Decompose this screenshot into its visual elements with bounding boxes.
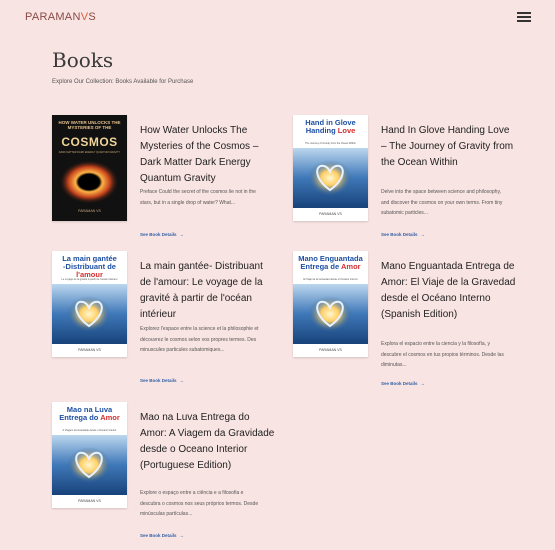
cover-title: Hand in Glove Handing Love — [305, 118, 356, 135]
book-cover[interactable]: Mao na Luva Entrega do Amor A Viagem da G… — [52, 402, 127, 508]
cover-author: PARAMAN VS — [78, 499, 101, 503]
site-header: PARAMANVS — [0, 0, 555, 36]
arrow-right-icon: → — [420, 232, 426, 237]
book-cover[interactable]: Mano Enguantada Entrega de Amor El Viaje … — [293, 251, 368, 357]
book-card: Mao na Luva Entrega do Amor A Viagem da G… — [52, 402, 282, 547]
book-title[interactable]: Hand In Glove Handing Love – The Journey… — [381, 123, 516, 171]
cover-big-title: COSMOS — [61, 135, 118, 149]
cover-author: PARAMAN VS — [319, 348, 342, 352]
book-title[interactable]: How Water Unlocks The Mysteries of the C… — [140, 123, 275, 187]
cover-subtitle: El Viaje de la Gravedad desde el Océano … — [303, 278, 358, 281]
book-description: Preface Could the secret of the cosmos l… — [140, 189, 256, 206]
arrow-right-icon: → — [179, 533, 185, 538]
book-cover[interactable]: Hand in Glove Handing Love The Journey of… — [293, 115, 368, 221]
cover-subtitle: The Journey of Gravity from the Ocean Wi… — [305, 142, 356, 145]
see-book-details-link[interactable]: See Book Details → — [140, 378, 184, 383]
page-title: Books — [52, 48, 114, 72]
arrow-right-icon: → — [179, 232, 185, 237]
see-book-details-link[interactable]: See Book Details → — [381, 381, 425, 386]
cover-subtitle: A Viagem da Gravidade desde o Oceano Int… — [62, 429, 117, 432]
cover-author: PARAMAN VS — [78, 209, 101, 213]
cover-author: PARAMAN VS — [78, 348, 101, 352]
site-logo[interactable]: PARAMANVS — [25, 11, 96, 23]
book-description: Delve into the space between science and… — [381, 189, 503, 216]
book-cover[interactable]: HOW WATER UNLOCKS THE MYSTERIES OF THE C… — [52, 115, 127, 221]
black-hole-art — [52, 157, 127, 207]
see-book-details-link[interactable]: See Book Details → — [140, 533, 184, 538]
hamburger-menu-icon[interactable] — [517, 12, 531, 22]
cover-subtitle: DARK MATTER DARK ENERGY QUANTUM GRAVITY — [58, 151, 121, 154]
cover-author: PARAMAN VS — [319, 212, 342, 216]
book-description: Explorez l'espace entre la science et la… — [140, 326, 259, 353]
book-title[interactable]: Mano Enguantada Entrega de Amor: El Viaj… — [381, 259, 516, 323]
cover-title: Mano Enguantada Entrega de Amor — [298, 254, 363, 271]
heart-ocean-art — [52, 284, 127, 344]
book-title[interactable]: La main gantée- Distribuant de l'amour: … — [140, 259, 275, 323]
heart-ocean-art — [293, 284, 368, 344]
page-subtitle: Explore Our Collection: Books Available … — [52, 79, 194, 85]
book-description: Explora el espacio entre la ciencia y la… — [381, 341, 504, 368]
arrow-right-icon: → — [179, 378, 185, 383]
cover-title: Mao na Luva Entrega do Amor — [59, 405, 120, 422]
book-card: Mano Enguantada Entrega de Amor El Viaje … — [293, 251, 523, 391]
book-card: La main gantée -Distribuant de l'amour Le… — [52, 251, 282, 391]
see-book-details-link[interactable]: See Book Details → — [381, 232, 425, 237]
book-description: Explore o espaço entre a ciência e a fil… — [140, 490, 259, 517]
cover-title: La main gantée -Distribuant de l'amour — [62, 254, 117, 279]
heart-ocean-art — [293, 148, 368, 208]
arrow-right-icon: → — [420, 381, 426, 386]
see-book-details-link[interactable]: See Book Details → — [140, 232, 184, 237]
book-cover[interactable]: La main gantée -Distribuant de l'amour Le… — [52, 251, 127, 357]
book-card: Hand in Glove Handing Love The Journey of… — [293, 115, 523, 245]
book-title[interactable]: Mao na Luva Entrega do Amor: A Viagem da… — [140, 410, 275, 474]
heart-ocean-art — [52, 435, 127, 495]
cover-subtitle: Le voyage de la gravité à partir de l'oc… — [61, 278, 118, 281]
cover-small-title: HOW WATER UNLOCKS THE MYSTERIES OF THE — [58, 120, 121, 130]
book-card: HOW WATER UNLOCKS THE MYSTERIES OF THE C… — [52, 115, 282, 245]
